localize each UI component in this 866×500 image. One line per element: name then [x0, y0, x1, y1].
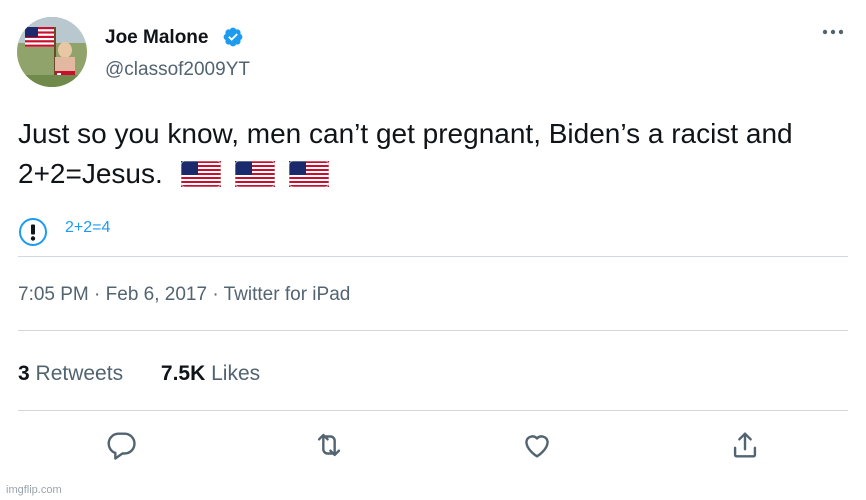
tweet-date[interactable]: Feb 6, 2017 [106, 284, 207, 305]
tweet-time[interactable]: 7:05 PM [18, 284, 89, 305]
like-icon[interactable] [520, 428, 554, 462]
tweet-source[interactable]: Twitter for iPad [224, 284, 351, 305]
likes-count: 7.5K [160, 362, 206, 385]
avatar-image [17, 17, 87, 87]
us-flag-icon [234, 161, 275, 187]
author-display-name[interactable]: Joe Malone [105, 27, 208, 49]
likes-stat[interactable]: 7.5K Likes [161, 362, 260, 385]
retweet-icon[interactable] [312, 428, 346, 462]
notice-link[interactable]: 2+2=4 [65, 219, 110, 237]
verified-badge-icon [223, 27, 243, 47]
tweet-text: Just so you know, men can’t get pregnant… [18, 114, 838, 194]
tweet-text-content: Just so you know, men can’t get pregnant… [18, 118, 793, 189]
meta-separator: · [94, 284, 101, 305]
info-notice-icon[interactable] [18, 217, 48, 247]
retweets-label: Retweets [35, 362, 124, 385]
tweet-stats: 3 Retweets 7.5K Likes [18, 362, 292, 386]
more-options-icon[interactable] [820, 22, 846, 42]
divider [18, 410, 848, 411]
avatar[interactable] [17, 17, 87, 87]
likes-label: Likes [211, 362, 261, 385]
us-flag-icon [180, 161, 221, 187]
author-handle[interactable]: @classof2009YT [105, 59, 250, 81]
watermark: imgflip.com [6, 484, 62, 496]
reply-icon[interactable] [104, 428, 138, 462]
flag-emoji-group [180, 158, 329, 189]
divider [18, 330, 848, 331]
retweets-stat[interactable]: 3 Retweets [18, 362, 123, 385]
divider [18, 256, 848, 257]
meta-separator: · [212, 284, 219, 305]
share-icon[interactable] [728, 428, 762, 462]
tweet-meta: 7:05 PM · Feb 6, 2017 · Twitter for iPad [18, 284, 350, 306]
retweets-count: 3 [18, 362, 30, 385]
us-flag-icon [288, 161, 329, 187]
